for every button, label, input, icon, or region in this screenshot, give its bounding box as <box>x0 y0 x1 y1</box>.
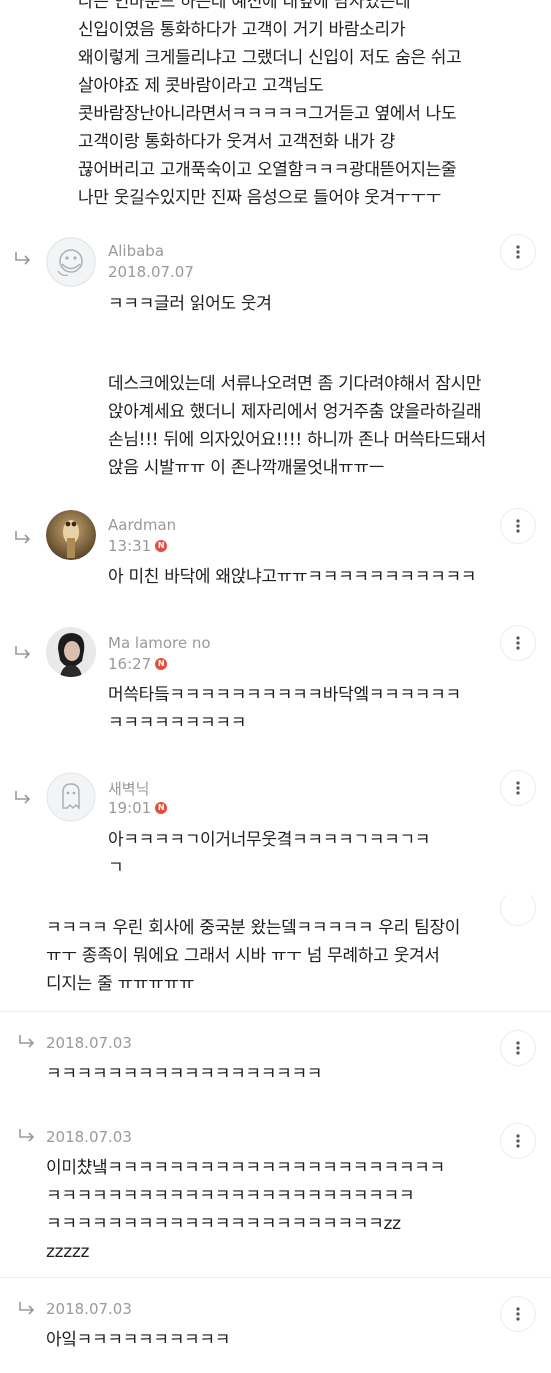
new-badge: N <box>155 540 168 552</box>
divider <box>0 1011 551 1012</box>
more-options-button[interactable] <box>500 1296 536 1332</box>
reply-date: 2018.07.03 <box>46 1128 132 1146</box>
divider <box>0 1277 551 1278</box>
more-vertical-icon <box>516 1307 520 1321</box>
more-options-button[interactable] <box>500 508 536 544</box>
new-badge: N <box>155 658 168 670</box>
ghost-avatar-icon[interactable] <box>46 772 96 822</box>
reply-date: 2018.07.03 <box>46 1300 132 1318</box>
aardman-avatar-icon[interactable] <box>46 510 96 560</box>
reply-arrow-icon <box>18 1301 36 1315</box>
more-options-button[interactable] <box>500 234 536 270</box>
more-vertical-icon <box>516 1134 520 1148</box>
more-vertical-icon <box>516 519 520 533</box>
more-vertical-icon <box>516 245 520 259</box>
comment-date-text: 16:27 <box>108 655 152 673</box>
comment-username[interactable]: 새벽닉 <box>108 778 149 799</box>
comment-text: 아ㅋㅋㅋㅋㄱ이거너무웃곀ㅋㅋㅋㅋㄱㅋㅋㄱㅋ ㄱ <box>108 830 431 878</box>
comment-text: 머쓱타듴ㅋㅋㅋㅋㅋㅋㅋㅋㅋㅋ바닥엨ㅋㅋㅋㅋㅋㅋ ㅋㅋㅋㅋㅋㅋㅋㅋㅋ <box>108 685 461 733</box>
comment-date: 19:01 N <box>108 799 168 817</box>
comment-text: 아 미친 바닥에 왜앉냐고ㅠㅠㅋㅋㅋㅋㅋㅋㅋㅋㅋㅋㅋ <box>108 567 477 587</box>
comment-date: 16:27 N <box>108 655 168 673</box>
comment-text: 나는 인바운드 하는데 예전에 내옆에 남자였는데 신입이였음 통화하다가 고객… <box>78 0 462 208</box>
reply-arrow-icon <box>14 530 32 544</box>
reply-arrow-icon <box>18 1128 36 1142</box>
comment-date: 13:31 N <box>108 537 168 555</box>
reply-text: 아잌ㅋㅋㅋㅋㅋㅋㅋㅋㅋㅋ <box>46 1330 231 1350</box>
more-vertical-icon <box>516 781 520 795</box>
reply-date: 2018.07.03 <box>46 1034 132 1052</box>
new-badge: N <box>155 802 168 814</box>
comment-username[interactable]: Alibaba <box>108 242 164 260</box>
comment-text: 데스크에있는데 서류나오려면 좀 기다려야해서 잠시만 앉아계세요 했더니 제자… <box>108 374 486 478</box>
alibaba-avatar-icon[interactable] <box>46 237 96 287</box>
comment-username[interactable]: Ma lamore no <box>108 634 211 652</box>
more-options-button[interactable] <box>500 625 536 661</box>
reply-text: 이미챴냌ㅋㅋㅋㅋㅋㅋㅋㅋㅋㅋㅋㅋㅋㅋㅋㅋㅋㅋㅋㅋㅋㅋ ㅋㅋㅋㅋㅋㅋㅋㅋㅋㅋㅋㅋㅋ… <box>46 1158 445 1262</box>
reply-arrow-icon <box>14 645 32 659</box>
reply-arrow-icon <box>14 251 32 265</box>
comment-text: ㅋㅋㅋ글러 읽어도 웃겨 <box>108 294 272 314</box>
reply-arrow-icon <box>18 1034 36 1048</box>
portrait-avatar-icon[interactable] <box>46 627 96 677</box>
more-options-button[interactable] <box>500 890 536 926</box>
comment-date: 2018.07.07 <box>108 263 194 281</box>
comment-date-text: 13:31 <box>108 537 152 555</box>
comment-date-text: 2018.07.07 <box>108 263 194 281</box>
comment-username[interactable]: Aardman <box>108 516 176 534</box>
reply-arrow-icon <box>14 790 32 804</box>
more-options-button[interactable] <box>500 1030 536 1066</box>
more-options-button[interactable] <box>500 770 536 806</box>
more-options-button[interactable] <box>500 1123 536 1159</box>
comment-text: ㅋㅋㅋㅋ 우린 회사에 중국분 왔는뎈ㅋㅋㅋㅋㅋ 우리 팀장이 ㅠㅜ 종족이 뭐… <box>46 918 461 994</box>
more-vertical-icon <box>516 1041 520 1055</box>
more-vertical-icon <box>516 636 520 650</box>
reply-text: ㅋㅋㅋㅋㅋㅋㅋㅋㅋㅋㅋㅋㅋㅋㅋㅋㅋㅋ <box>46 1064 323 1084</box>
comment-date-text: 19:01 <box>108 799 152 817</box>
